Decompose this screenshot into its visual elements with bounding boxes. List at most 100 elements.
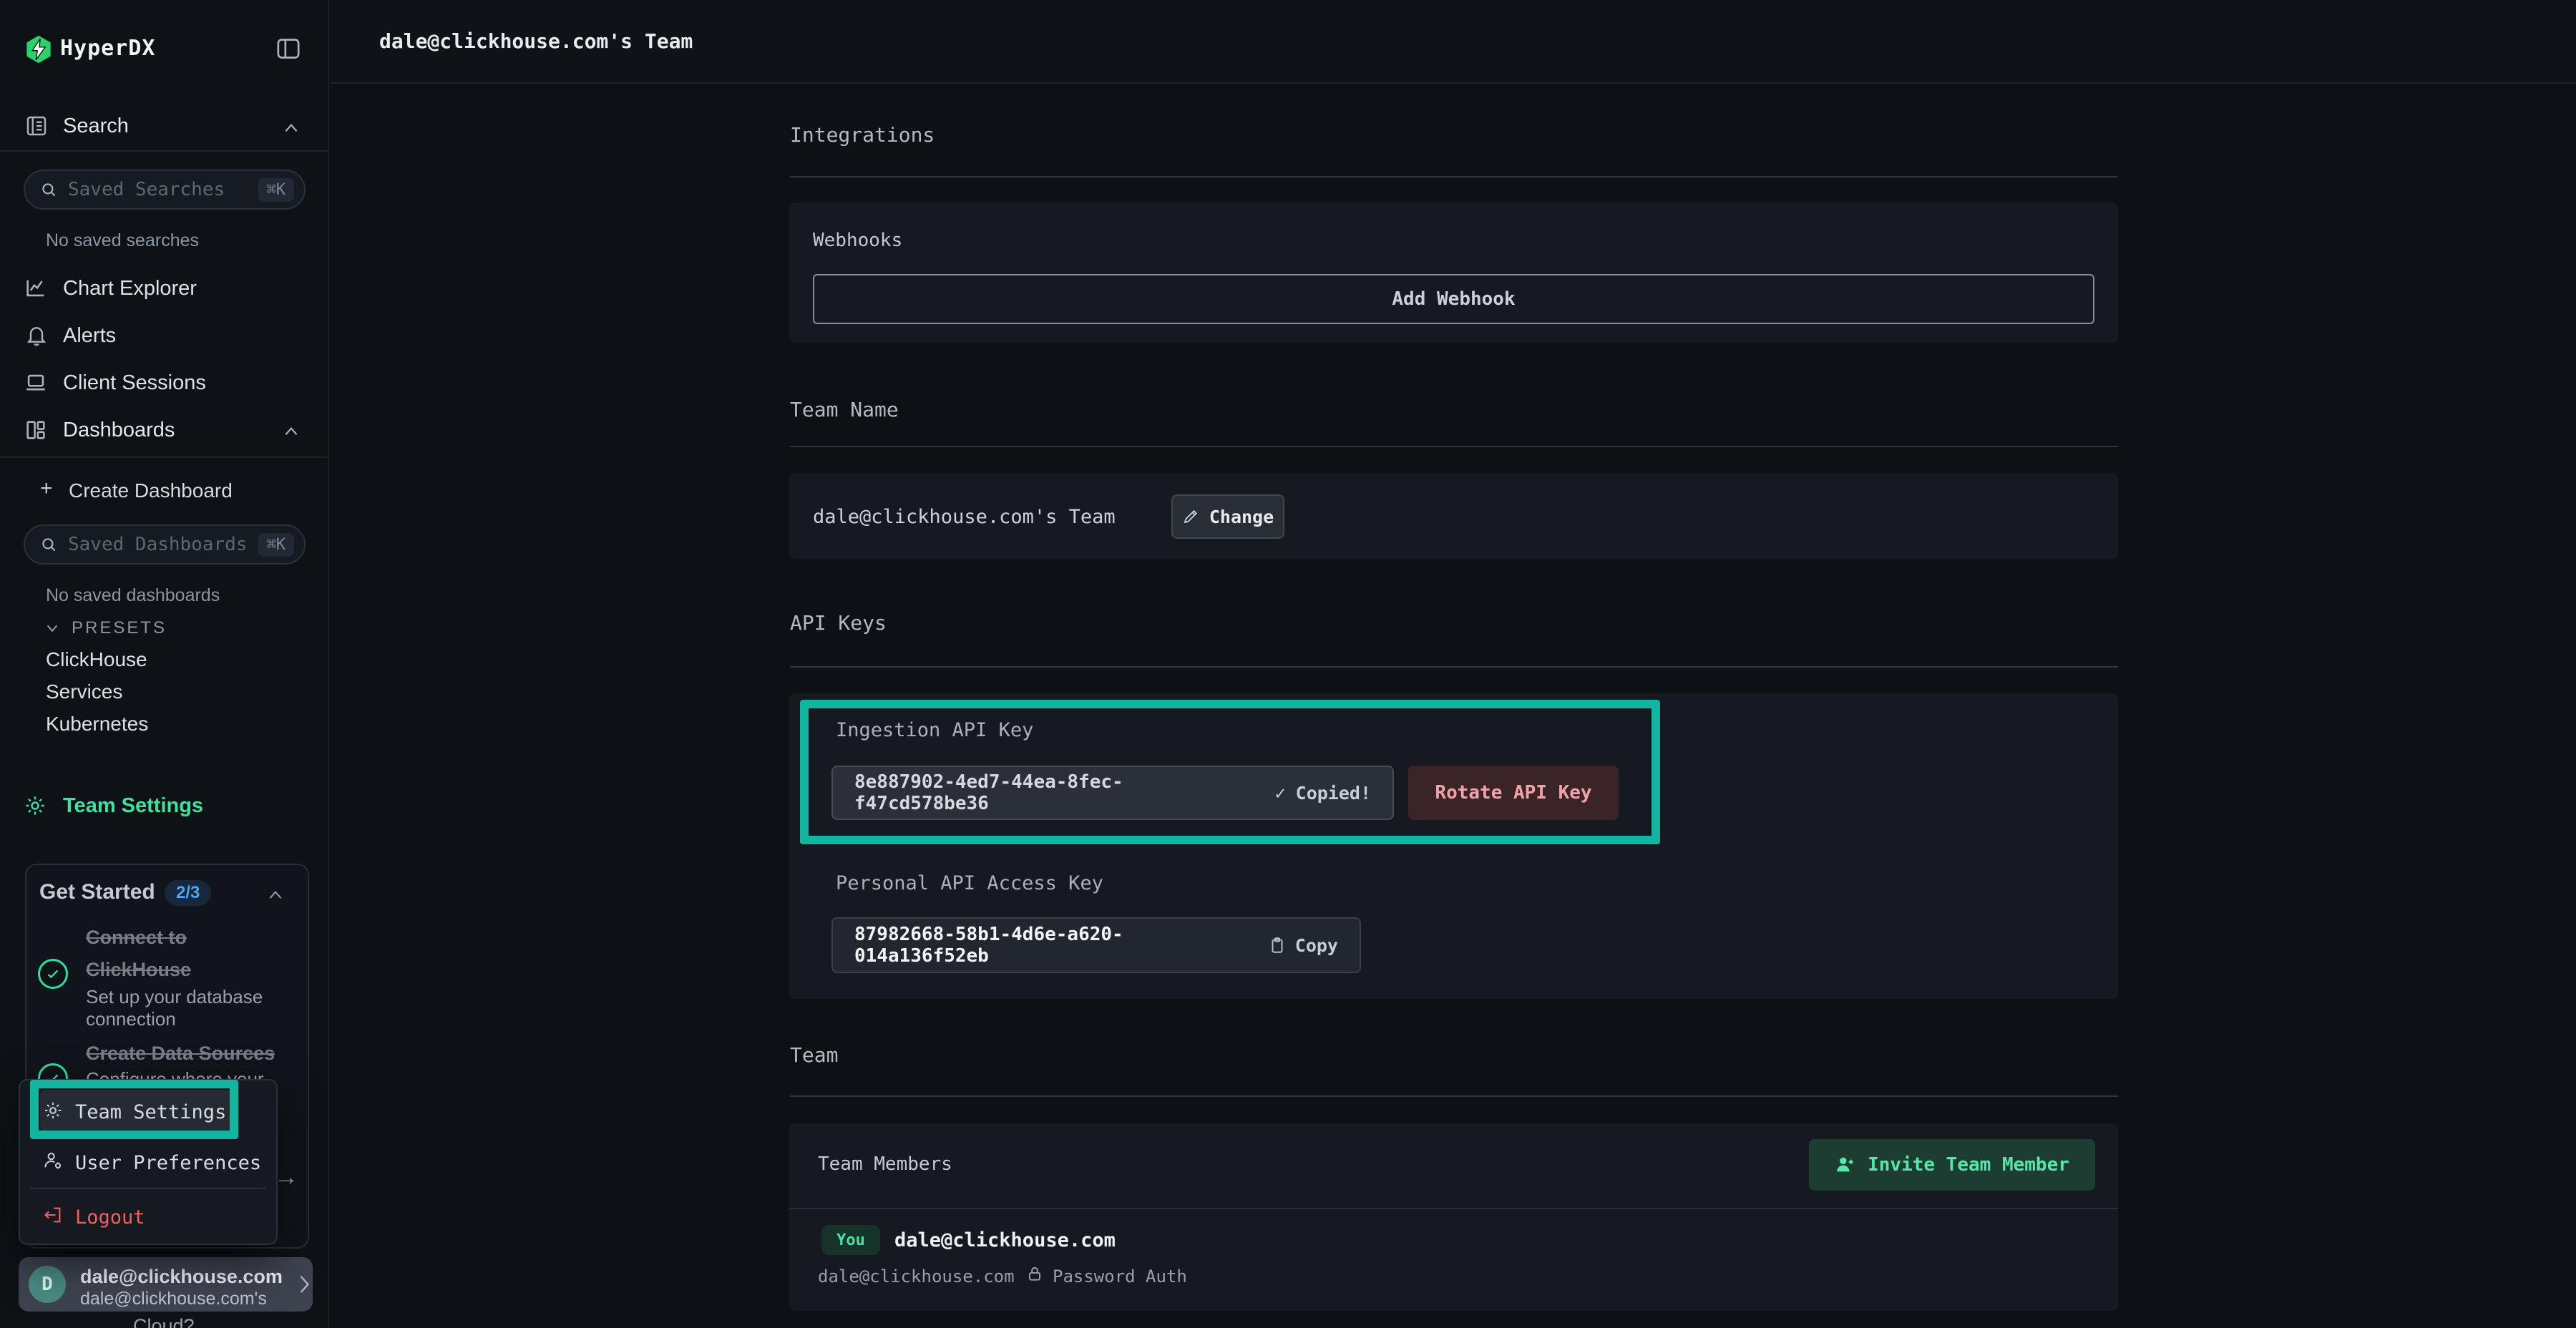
saved-dashboards-field[interactable] — [68, 534, 248, 555]
menu-item-user-preferences[interactable]: User Preferences — [75, 1152, 261, 1174]
sidebar-section-search[interactable]: Search — [63, 114, 129, 138]
personal-key-chip[interactable]: 87982668-58b1-4d6e-a620-014a136f52eb Cop… — [831, 917, 1361, 973]
user-team-name: dale@clickhouse.com's — [80, 1289, 267, 1309]
laptop-icon — [24, 371, 48, 395]
search-section-icon — [24, 113, 49, 139]
saved-dashboards-input[interactable]: ⌘K — [24, 524, 306, 565]
bell-icon — [25, 323, 48, 348]
ingestion-key-label: Ingestion API Key — [836, 719, 1033, 741]
no-saved-searches-text: No saved searches — [46, 230, 199, 251]
get-started-step-title: Create Data Sources — [86, 1038, 301, 1070]
step-complete-check-icon — [38, 959, 68, 989]
get-started-title: Get Started — [39, 880, 155, 904]
invite-team-member-button[interactable]: Invite Team Member — [1809, 1139, 2095, 1191]
chevron-right-icon — [296, 1273, 312, 1296]
no-saved-dashboards-text: No saved dashboards — [46, 585, 220, 606]
create-dashboard-button[interactable]: + Create Dashboard — [0, 474, 329, 508]
person-plus-icon — [1835, 1154, 1856, 1176]
sidebar-section-dashboards[interactable]: Dashboards — [0, 408, 329, 454]
preset-kubernetes[interactable]: Kubernetes — [46, 713, 148, 736]
ingestion-key-chip[interactable]: 8e887902-4ed7-44ea-8fec-f47cd578be36 ✓ C… — [831, 766, 1394, 820]
user-menu-popup: Team Settings User Preferences Logout — [19, 1079, 278, 1245]
chevron-up-icon[interactable] — [266, 887, 285, 903]
sidebar: HyperDX Search ⌘K No saved searches — [0, 0, 329, 1328]
section-rule — [790, 1095, 2118, 1097]
change-team-name-button[interactable]: Change — [1171, 494, 1284, 539]
member-auth-method: Password Auth — [1053, 1266, 1187, 1286]
shortcut-badge: ⌘K — [258, 533, 295, 557]
api-keys-heading: API Keys — [790, 611, 887, 635]
team-name-heading: Team Name — [790, 398, 899, 421]
arrow-right-icon: → — [274, 1163, 298, 1191]
api-keys-card: Ingestion API Key 8e887902-4ed7-44ea-8fe… — [789, 693, 2118, 999]
presets-toggle[interactable]: PRESETS — [0, 615, 329, 644]
lock-icon — [1025, 1264, 1044, 1284]
sidebar-item-client-sessions[interactable]: Client Sessions — [0, 361, 329, 406]
get-started-step-desc: Set up your database connection — [86, 986, 289, 1030]
page-header: dale@clickhouse.com's Team — [331, 0, 2576, 84]
search-icon — [39, 535, 58, 554]
section-rule — [790, 446, 2118, 447]
personal-key-label: Personal API Access Key — [836, 872, 1103, 894]
add-webhook-button[interactable]: Add Webhook — [813, 274, 2094, 324]
hyperdx-logo-icon — [24, 34, 54, 64]
team-name-card: dale@clickhouse.com's Team Change — [789, 473, 2118, 559]
saved-searches-input[interactable]: ⌘K — [24, 170, 306, 210]
card-divider — [789, 1208, 2118, 1209]
copied-indicator: ✓ Copied! — [1275, 783, 1371, 804]
sidebar-divider — [0, 456, 328, 458]
section-rule — [790, 666, 2118, 668]
sidebar-item-team-settings[interactable]: Team Settings — [0, 787, 329, 824]
integrations-heading: Integrations — [790, 123, 935, 147]
dashboards-icon — [24, 418, 48, 442]
chart-explorer-icon — [24, 276, 48, 301]
you-badge: You — [821, 1225, 880, 1255]
team-members-card: Team Members Invite Team Member You dale… — [789, 1123, 2118, 1311]
change-button-label: Change — [1209, 507, 1274, 527]
gear-icon — [24, 794, 47, 817]
invite-button-label: Invite Team Member — [1868, 1154, 2069, 1176]
preset-clickhouse[interactable]: ClickHouse — [46, 648, 147, 671]
clipboard-icon — [1268, 936, 1287, 954]
menu-item-team-settings-label: Team Settings — [75, 1101, 226, 1123]
sidebar-collapse-icon[interactable] — [274, 34, 303, 63]
user-account-chip[interactable]: D dale@clickhouse.com dale@clickhouse.co… — [19, 1257, 313, 1312]
pencil-icon — [1182, 508, 1199, 525]
member-name: dale@clickhouse.com — [894, 1229, 1116, 1251]
sidebar-item-alerts[interactable]: Alerts — [0, 313, 329, 359]
chevron-down-icon — [44, 621, 60, 635]
sidebar-item-chart-explorer[interactable]: Chart Explorer — [0, 266, 329, 312]
get-started-step-title: Connect to ClickHouse — [86, 922, 273, 986]
page-title: dale@clickhouse.com's Team — [379, 29, 693, 53]
shortcut-badge: ⌘K — [258, 178, 295, 202]
search-icon — [39, 180, 58, 199]
personal-key-value: 87982668-58b1-4d6e-a620-014a136f52eb — [854, 924, 1248, 967]
hyperdx-team-settings-page: HyperDX Search ⌘K No saved searches — [0, 0, 2576, 1328]
clipped-footer-text[interactable]: Cloud? — [133, 1315, 195, 1328]
chevron-up-icon[interactable] — [282, 120, 301, 136]
webhooks-label: Webhooks — [813, 230, 902, 251]
check-icon: ✓ — [1275, 783, 1286, 804]
plus-icon: + — [40, 477, 53, 501]
preset-services[interactable]: Services — [46, 680, 122, 703]
brand-name: HyperDX — [60, 36, 155, 61]
team-name-value: dale@clickhouse.com's Team — [813, 506, 1116, 528]
avatar: D — [29, 1266, 66, 1303]
menu-item-logout[interactable]: Logout — [75, 1206, 145, 1229]
copy-action[interactable]: Copy — [1268, 935, 1338, 956]
saved-searches-field[interactable] — [68, 179, 248, 200]
gear-icon — [43, 1100, 63, 1120]
webhooks-card: Webhooks Add Webhook — [789, 202, 2118, 343]
user-email: dale@clickhouse.com — [80, 1266, 283, 1288]
rotate-api-key-button[interactable]: Rotate API Key — [1408, 766, 1619, 820]
section-rule — [790, 176, 2118, 177]
team-heading: Team — [790, 1043, 838, 1067]
team-members-label: Team Members — [818, 1153, 952, 1175]
ingestion-key-value: 8e887902-4ed7-44ea-8fec-f47cd578be36 — [854, 771, 1255, 814]
logout-icon — [43, 1205, 63, 1225]
user-preferences-icon — [43, 1151, 63, 1171]
menu-divider — [30, 1188, 266, 1189]
get-started-progress-badge: 2/3 — [165, 880, 211, 906]
member-email: dale@clickhouse.com — [818, 1266, 1015, 1286]
sidebar-divider — [0, 150, 328, 152]
